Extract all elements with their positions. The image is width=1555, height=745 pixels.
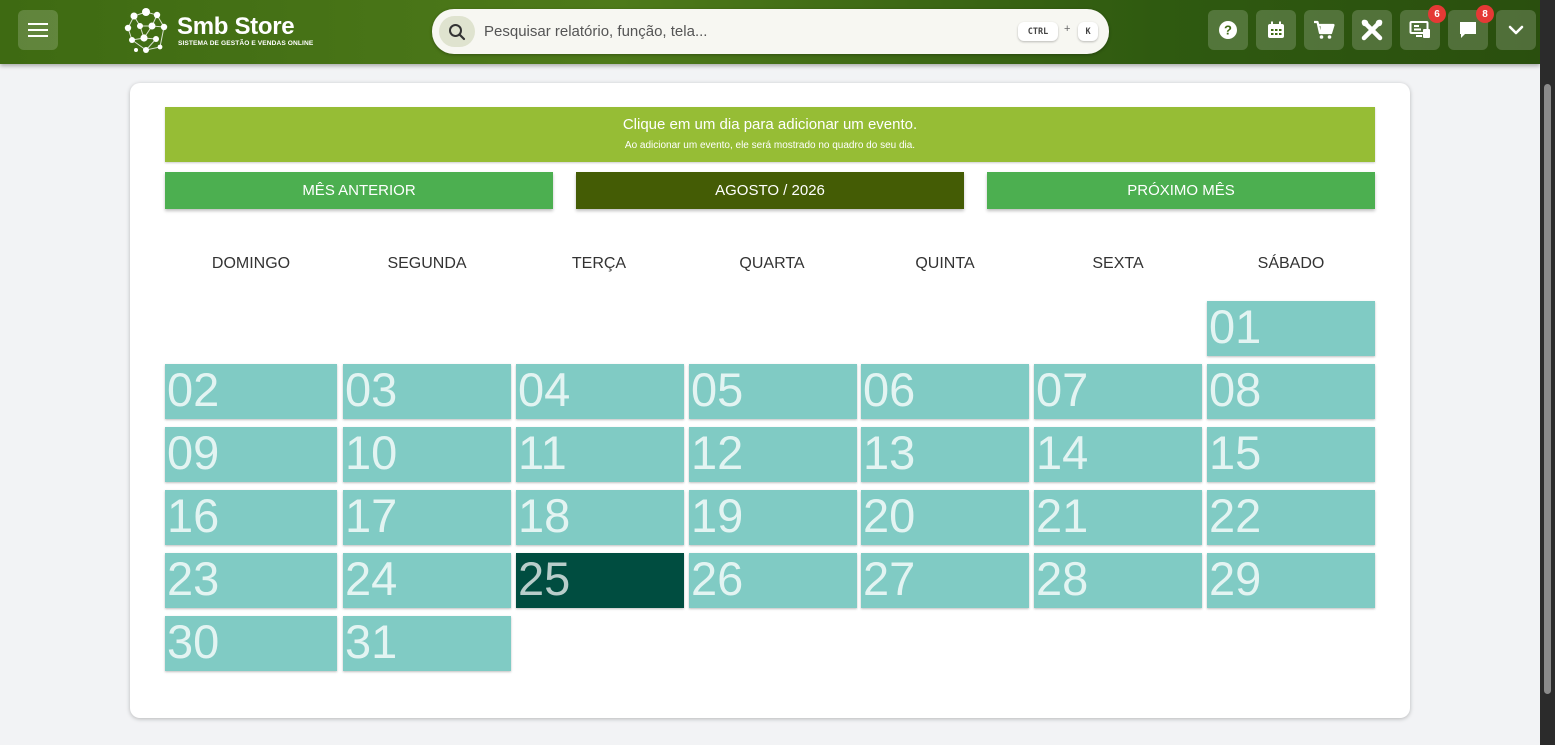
help-button[interactable]: ? [1208,10,1248,50]
menu-button[interactable] [18,10,58,50]
calendar-day[interactable]: 01 [1207,301,1375,356]
shortcut-plus: + [1064,23,1071,35]
current-month-button[interactable]: AGOSTO / 2026 [576,172,964,209]
calendar-day[interactable]: 19 [689,490,857,545]
calendar-day[interactable]: 05 [689,364,857,419]
chat-badge: 8 [1476,5,1494,23]
banner-subtitle: Ao adicionar um evento, ele será mostrad… [624,140,916,151]
calendar-day[interactable]: 14 [1034,427,1202,482]
calendar-day[interactable]: 11 [516,427,684,482]
shortcut-ctrl-key: CTRL [1018,22,1058,41]
monitor-badge: 6 [1428,5,1446,23]
calendar-day[interactable]: 29 [1207,553,1375,608]
calendar-day[interactable]: 08 [1207,364,1375,419]
weekday-header: SEXTA [1092,255,1144,272]
calendar-day[interactable]: 03 [343,364,511,419]
chat-button[interactable]: 8 [1448,5,1494,50]
search-button[interactable] [439,16,475,47]
calendar-card: Clique em um dia para adicionar um event… [130,83,1410,718]
calendar-day[interactable]: 16 [165,490,337,545]
svg-text:?: ? [1224,23,1232,38]
calendar-day[interactable]: 31 [343,616,511,671]
calendar-day[interactable]: 15 [1207,427,1375,482]
logo-mark-icon [124,8,168,53]
chat-icon [1460,22,1476,38]
calendar-day[interactable]: 04 [516,364,684,419]
calendar-day[interactable]: 13 [861,427,1029,482]
cart-icon [1314,20,1335,39]
banner-title: Clique em um dia para adicionar um event… [622,116,918,133]
calendar-day[interactable]: 09 [165,427,337,482]
calendar-day[interactable]: 07 [1034,364,1202,419]
search-input[interactable] [484,17,1004,45]
calendar-day[interactable]: 28 [1034,553,1202,608]
calendar-day-today[interactable]: 25 [516,553,684,608]
shortcut-k-key: K [1078,22,1098,41]
brand-logo[interactable]: Smb Store SISTEMA DE GESTÃO E VENDAS ONL… [122,6,314,54]
brand-name: Smb Store [177,13,295,40]
calendar-day[interactable]: 18 [516,490,684,545]
monitor-icon [1409,21,1430,38]
calendar-day[interactable]: 20 [861,490,1029,545]
weekday-header: QUARTA [739,255,805,272]
calendar-day[interactable]: 24 [343,553,511,608]
calendar-day[interactable]: 23 [165,553,337,608]
search-icon [449,23,466,40]
calendar-day[interactable]: 06 [861,364,1029,419]
cart-button[interactable] [1304,10,1344,50]
top-bar: Smb Store SISTEMA DE GESTÃO E VENDAS ONL… [0,0,1540,64]
page-scrollbar[interactable] [1540,0,1555,745]
calendar-day[interactable]: 10 [343,427,511,482]
calendar-button[interactable] [1256,10,1296,50]
calendar-icon [1268,21,1284,38]
tools-icon [1361,19,1383,41]
weekday-header: SEGUNDA [387,255,467,272]
next-month-button[interactable]: PRÓXIMO MÊS [987,172,1375,209]
tools-button[interactable] [1352,10,1392,50]
account-menu-button[interactable] [1496,10,1536,50]
weekday-header: QUINTA [915,255,975,272]
weekday-header: TERÇA [571,255,627,272]
calendar-day[interactable]: 30 [165,616,337,671]
calendar-day[interactable]: 12 [689,427,857,482]
scrollbar-thumb[interactable] [1544,84,1551,694]
calendar-day[interactable]: 22 [1207,490,1375,545]
help-icon: ? [1219,21,1237,39]
brand-tagline: SISTEMA DE GESTÃO E VENDAS ONLINE [178,40,314,47]
monitor-button[interactable]: 6 [1400,5,1446,50]
calendar-day[interactable]: 17 [343,490,511,545]
weekday-header: DOMINGO [211,255,291,272]
calendar-day[interactable]: 27 [861,553,1029,608]
weekday-header: SÁBADO [1257,255,1325,272]
instruction-banner: Clique em um dia para adicionar um event… [165,107,1375,162]
calendar-day[interactable]: 21 [1034,490,1202,545]
chevron-down-icon [1508,25,1524,35]
global-search: CTRL + K [432,9,1109,54]
calendar-day[interactable]: 26 [689,553,857,608]
hamburger-icon [28,23,48,37]
previous-month-button[interactable]: MÊS ANTERIOR [165,172,553,209]
calendar-day[interactable]: 02 [165,364,337,419]
